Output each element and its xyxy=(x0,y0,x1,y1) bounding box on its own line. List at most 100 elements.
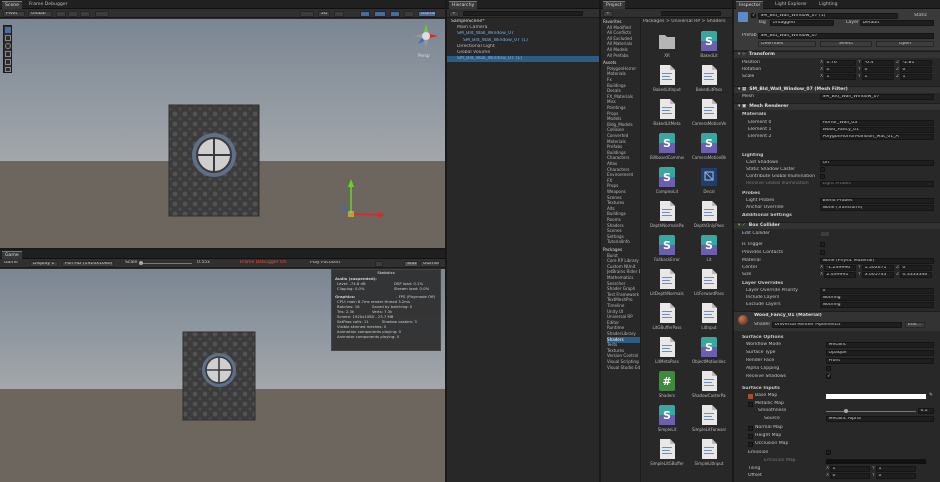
file-label[interactable]: SimpleLit xyxy=(650,427,684,432)
project-tree-item[interactable]: Visual Studio Editor xyxy=(607,365,640,371)
shadergraph-file-icon[interactable]: S xyxy=(658,405,676,425)
rect-tool-icon[interactable] xyxy=(5,59,11,65)
display-dropdown[interactable]: Display 1 xyxy=(30,260,58,267)
vector-field-x[interactable]: 1 xyxy=(830,466,870,472)
vector-field-y[interactable]: 0 xyxy=(862,67,894,73)
tab-lighting[interactable]: Lighting xyxy=(816,1,841,9)
file-label[interactable]: LitMetaPass xyxy=(650,359,684,364)
csharp-file-icon[interactable]: # xyxy=(658,371,676,391)
eyedropper-icon[interactable]: ✎ xyxy=(929,393,933,398)
hierarchy-item[interactable]: SM_Bld_Wall_Window_07 xyxy=(447,31,599,37)
hierarchy-item[interactable]: Main Camera xyxy=(447,25,599,31)
vector-field-y[interactable]: 0 xyxy=(876,473,916,479)
include-layers-dropdown[interactable]: Nothing xyxy=(820,295,934,301)
shadergraph-file-icon[interactable]: S xyxy=(658,235,676,255)
hierarchy-item[interactable]: Directional Light xyxy=(447,44,599,50)
shadergraph-file-icon[interactable]: S xyxy=(700,235,718,255)
tab-scene[interactable]: Scene xyxy=(2,1,23,9)
file-label[interactable]: DepthNormalsPass xyxy=(650,223,684,228)
shadergraph-file-icon[interactable]: S xyxy=(658,167,676,187)
vector-field-z[interactable]: 1 xyxy=(900,74,932,80)
rotate-tool-icon[interactable] xyxy=(5,43,11,49)
surface-type-dropdown[interactable]: Opaque xyxy=(826,350,934,356)
mute-audio-button[interactable] xyxy=(375,260,383,267)
visibility-toggle[interactable] xyxy=(390,10,400,17)
base-map-slot-icon[interactable] xyxy=(748,394,753,399)
physic-material-field[interactable]: None (Physic Material) xyxy=(820,258,934,264)
shadergraph-file-icon[interactable]: S xyxy=(700,133,718,153)
hierarchy-search-input[interactable] xyxy=(463,10,583,16)
surface-options-section[interactable]: Surface Options xyxy=(742,335,784,341)
render-mode-button[interactable] xyxy=(95,10,109,17)
file-label[interactable]: BakedLitMeta xyxy=(650,121,684,126)
doc-file-icon[interactable] xyxy=(700,303,718,323)
tag-dropdown[interactable]: Untagged xyxy=(770,20,834,26)
renderer-header[interactable]: ▾ ▣ Mesh Renderer xyxy=(734,103,940,110)
emission-color-swatch[interactable] xyxy=(826,459,926,464)
file-label[interactable]: DepthOnlyPass xyxy=(692,223,726,228)
prefab-field[interactable]: SM_Bld_Wall_Window_07 xyxy=(758,33,934,39)
cast-shadows-dropdown[interactable]: On xyxy=(820,160,934,166)
smoothness-slider[interactable] xyxy=(826,411,916,412)
scale-slider-thumb[interactable] xyxy=(139,261,143,265)
project-breadcrumb[interactable]: Packages > Universal RP > Shaders xyxy=(643,19,731,25)
stats-button[interactable]: Stats xyxy=(404,260,418,267)
doc-file-icon[interactable] xyxy=(700,405,718,425)
pivot-button[interactable]: Pivot xyxy=(3,10,25,17)
exclude-layers-dropdown[interactable]: Nothing xyxy=(820,302,934,308)
file-label[interactable]: Decal xyxy=(692,189,726,194)
vector-field-y[interactable]: -0.4 xyxy=(862,60,894,66)
effects-toggle[interactable] xyxy=(374,10,386,17)
file-label[interactable]: CameraMotionVectors xyxy=(692,121,726,126)
vector-field-y[interactable]: 1.502671 xyxy=(862,265,894,271)
tab-inspector[interactable]: Inspector xyxy=(736,1,764,9)
workflow-dropdown[interactable]: Metallic xyxy=(826,342,934,348)
file-label[interactable]: ObjectMotionVectors xyxy=(692,359,726,364)
file-label[interactable]: SimpleLitForwardPass xyxy=(692,427,726,432)
scale-tool-icon[interactable] xyxy=(5,51,11,57)
doc-file-icon[interactable] xyxy=(658,439,676,459)
emission-checkbox[interactable] xyxy=(826,450,831,455)
doc-file-icon[interactable] xyxy=(700,65,718,85)
occlusion-map-slot-icon[interactable] xyxy=(748,442,753,447)
orientation-gizmo-icon[interactable] xyxy=(412,22,440,52)
game-display-dropdown[interactable]: Game xyxy=(2,261,22,267)
project-tree-item[interactable]: All Prefabs xyxy=(607,53,640,59)
overrides-dropdown[interactable]: Overrides xyxy=(758,41,816,47)
file-label[interactable]: ShadowCasterPass xyxy=(692,393,726,398)
layer-dropdown[interactable]: Default xyxy=(860,20,934,26)
tab-project[interactable]: Project xyxy=(603,1,625,9)
hierarchy-item[interactable]: Global Volume xyxy=(447,50,599,56)
hierarchy-item[interactable]: SM_Bld_Wall_Window_07 (1) xyxy=(447,56,599,63)
file-label[interactable]: LitDepthNormalsPass xyxy=(650,291,684,296)
file-label[interactable]: BakedLitInput xyxy=(650,87,684,92)
project-tree-item[interactable]: TutorialInfo xyxy=(607,239,640,245)
file-label[interactable]: FallbackError xyxy=(650,257,684,262)
move-tool-icon[interactable] xyxy=(5,35,11,41)
transform-tool-icon[interactable] xyxy=(5,67,11,72)
vector-field-x[interactable]: 1 xyxy=(824,74,856,80)
vector-field-y[interactable]: 1 xyxy=(876,466,916,472)
vector-field-y[interactable]: 3.005743 xyxy=(862,272,894,278)
alpha-clip-checkbox[interactable] xyxy=(826,366,831,371)
folder-file-icon[interactable] xyxy=(658,31,676,51)
tab-light-explorer[interactable]: Light Explorer xyxy=(772,1,810,9)
decal-file-icon[interactable] xyxy=(700,167,718,187)
material-element-field[interactable]: Wood_Fancy_01 xyxy=(820,127,934,133)
additional-settings[interactable]: Additional Settings xyxy=(742,213,792,219)
file-label[interactable]: LitGBufferPass xyxy=(650,325,684,330)
doc-file-icon[interactable] xyxy=(700,439,718,459)
vector-field-z[interactable]: 0.3333346 xyxy=(900,272,932,278)
anchor-field[interactable]: None (Transform) xyxy=(820,205,934,211)
shading-button[interactable] xyxy=(300,10,314,17)
doc-file-icon[interactable] xyxy=(700,99,718,119)
is-trigger-checkbox[interactable] xyxy=(820,242,825,247)
normal-map-slot-icon[interactable] xyxy=(748,426,753,431)
file-label[interactable]: Shaders xyxy=(650,393,684,398)
vector-field-x[interactable]: 0.76 xyxy=(824,60,856,66)
doc-file-icon[interactable] xyxy=(700,371,718,391)
tab-frame-debugger[interactable]: Frame Debugger xyxy=(26,1,71,9)
file-label[interactable]: BillboardCommon xyxy=(650,155,684,160)
vector-field-z[interactable]: 0 xyxy=(900,67,932,73)
mesh-field[interactable]: SM_Bld_Wall_Window_07 xyxy=(820,94,934,100)
